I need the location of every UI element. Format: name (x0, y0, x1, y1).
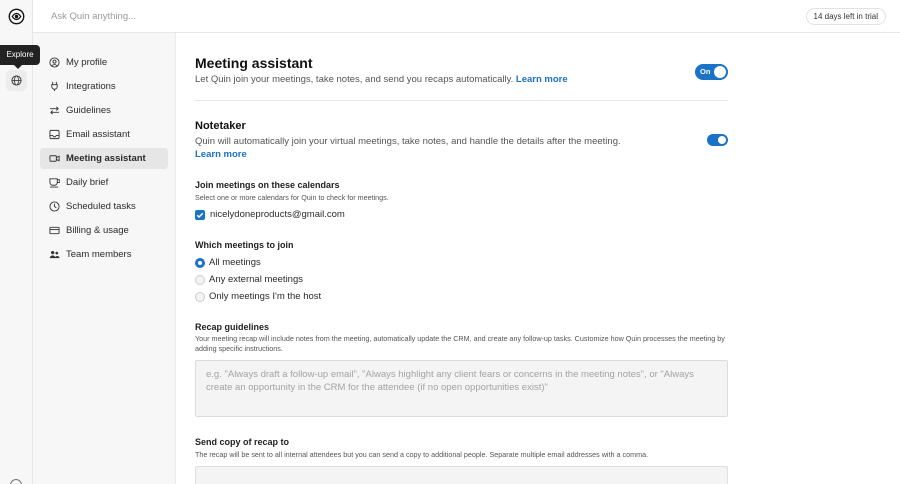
sidebar-item-label: Daily brief (66, 177, 109, 188)
toggle-knob (718, 136, 726, 144)
checkmark-icon (196, 212, 204, 218)
radio-label[interactable]: Any external meetings (209, 274, 303, 285)
team-icon (49, 249, 60, 260)
app-rail: Explore (0, 0, 40, 484)
card-icon (49, 225, 60, 236)
sidebar-item-guidelines[interactable]: Guidelines (40, 100, 168, 121)
quin-logo-icon[interactable] (8, 8, 25, 25)
learn-more-link[interactable]: Learn more (516, 74, 568, 85)
sidebar-item-label: Team members (66, 249, 132, 260)
sidebar-item-label: My profile (66, 57, 108, 68)
sidebar-item-label: Email assistant (66, 129, 130, 140)
sidebar-item-label: Scheduled tasks (66, 201, 136, 212)
radio-label[interactable]: All meetings (209, 257, 261, 268)
explore-button[interactable] (6, 70, 27, 91)
sidebar-item-label: Guidelines (66, 105, 111, 116)
globe-icon (11, 75, 22, 86)
notetaker-learn-more-link[interactable]: Learn more (195, 148, 247, 162)
notetaker-toggle[interactable] (707, 134, 728, 146)
sidebar-item-billing-usage[interactable]: Billing & usage (40, 220, 168, 241)
page-description: Let Quin join your meetings, take notes,… (195, 73, 675, 87)
which-meetings-title: Which meetings to join (195, 240, 294, 250)
search-input[interactable]: Ask Quin anything... (51, 11, 136, 22)
notetaker-description: Quin will automatically join your virtua… (195, 135, 635, 149)
page-title: Meeting assistant (195, 55, 313, 71)
clock-icon (49, 201, 60, 212)
radio-external-meetings[interactable] (195, 275, 205, 285)
sidebar-item-meeting-assistant[interactable]: Meeting assistant (40, 148, 168, 169)
recap-title: Recap guidelines (195, 322, 270, 332)
notetaker-title: Notetaker (195, 120, 246, 132)
sidebar-item-team-members[interactable]: Team members (40, 244, 168, 265)
help-icon[interactable] (10, 479, 22, 484)
user-circle-icon (49, 57, 60, 68)
radio-host-meetings[interactable] (195, 292, 205, 302)
sidebar-item-scheduled-tasks[interactable]: Scheduled tasks (40, 196, 168, 217)
calendar-checkbox[interactable] (195, 210, 205, 220)
page-description-text: Let Quin join your meetings, take notes,… (195, 74, 514, 85)
calendar-label[interactable]: nicelydoneproducts@gmail.com (210, 209, 345, 220)
plug-icon (49, 81, 60, 92)
toggle-knob (714, 66, 726, 78)
video-icon (49, 153, 60, 164)
sidebar-item-label: Billing & usage (66, 225, 129, 236)
explore-tooltip: Explore (0, 45, 40, 69)
radio-all-meetings[interactable] (195, 258, 205, 268)
recap-description: Your meeting recap will include notes fr… (195, 334, 725, 353)
sidebar-item-integrations[interactable]: Integrations (40, 76, 168, 97)
sidebar-item-label: Meeting assistant (66, 153, 146, 164)
send-copy-title: Send copy of recap to (195, 437, 290, 447)
sidebar-item-my-profile[interactable]: My profile (40, 52, 168, 73)
calendars-title: Join meetings on these calendars (195, 180, 340, 190)
settings-sidebar: My profile Integrations Guidelines Email… (33, 33, 176, 484)
inbox-icon (49, 129, 60, 140)
notetaker-description-text: Quin will automatically join your virtua… (195, 136, 621, 147)
send-copy-input[interactable] (195, 466, 728, 484)
trial-badge[interactable]: 14 days left in trial (805, 8, 886, 25)
sidebar-item-label: Integrations (66, 81, 116, 92)
sidebar-item-email-assistant[interactable]: Email assistant (40, 124, 168, 145)
cup-icon (49, 177, 60, 188)
recap-guidelines-textarea[interactable]: e.g. "Always draft a follow-up email", "… (195, 360, 728, 417)
radio-label[interactable]: Only meetings I'm the host (209, 291, 321, 302)
sidebar-item-daily-brief[interactable]: Daily brief (40, 172, 168, 193)
section-divider (195, 100, 728, 101)
arrows-icon (49, 105, 60, 116)
calendars-subtitle: Select one or more calendars for Quin to… (195, 193, 389, 202)
send-copy-description: The recap will be sent to all internal a… (195, 450, 649, 459)
toggle-label: On (700, 67, 711, 76)
top-bar: Ask Quin anything... 14 days left in tri… (33, 0, 900, 33)
meeting-assistant-toggle[interactable]: On (695, 64, 728, 80)
